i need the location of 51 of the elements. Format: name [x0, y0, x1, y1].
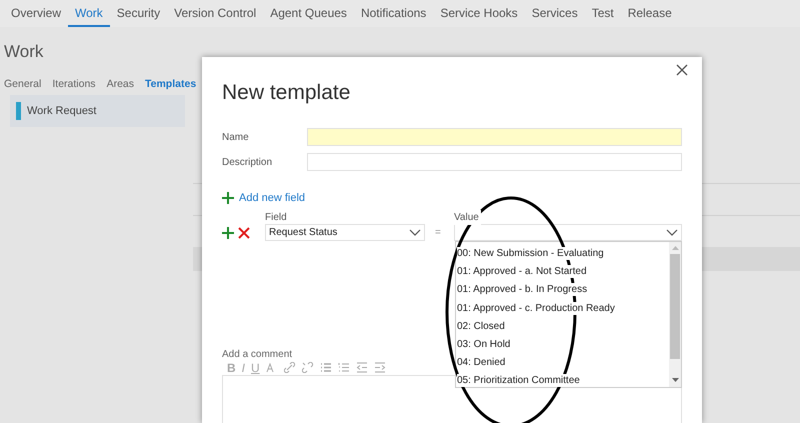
plus-icon[interactable] [222, 226, 234, 238]
nav-tab[interactable]: Security [110, 0, 168, 27]
dropdown-option[interactable]: 05: Prioritization Committee [457, 374, 580, 388]
sub-tab[interactable]: General [4, 77, 42, 93]
sub-tab[interactable]: Areas [106, 77, 134, 93]
unlink-icon[interactable] [302, 362, 314, 373]
dialog-title: New template [222, 80, 352, 103]
dropdown-option[interactable]: 01: Approved - c. Production Ready [457, 302, 615, 315]
operator-text: = [435, 226, 442, 240]
sub-tab[interactable]: Iterations [52, 77, 96, 93]
text-field[interactable] [307, 153, 682, 171]
plus-icon[interactable] [222, 192, 234, 204]
scrollbar-thumb[interactable] [670, 254, 680, 359]
comment-label: Add a comment [222, 348, 292, 361]
nav-tab[interactable]: Test [584, 0, 621, 27]
caret-icon [666, 229, 678, 236]
nav-tab[interactable]: Work [68, 0, 110, 27]
delete-icon[interactable] [238, 226, 250, 238]
sidebar-item[interactable]: Work Request [10, 95, 185, 127]
value-dropdown[interactable] [454, 224, 682, 241]
scroll-down-icon[interactable] [672, 378, 678, 383]
scroll-up-icon[interactable] [672, 246, 678, 251]
close-button[interactable] [676, 64, 688, 76]
nav-tab[interactable]: Agent Queues [263, 0, 354, 27]
bulleted-list-icon[interactable] [320, 362, 332, 373]
outdent-icon[interactable] [356, 362, 368, 373]
page-title: Work [4, 42, 44, 61]
scrollbar[interactable] [669, 242, 681, 387]
nav-tab[interactable]: Service Hooks [433, 0, 525, 27]
column-label: Value [454, 210, 481, 225]
add-field-link[interactable]: Add new field [239, 190, 306, 206]
nav-tab[interactable]: Overview [4, 0, 68, 27]
dropdown-option[interactable]: 01: Approved - a. Not Started [457, 265, 587, 278]
field-label: Description [222, 156, 274, 170]
dropdown-option[interactable]: 04: Denied [457, 356, 506, 370]
field-dropdown[interactable]: Request Status [265, 224, 425, 241]
nav-tab[interactable]: Version Control [167, 0, 264, 27]
link-icon[interactable] [284, 362, 296, 373]
indent-icon[interactable] [374, 362, 386, 373]
field-label: Name [222, 130, 250, 144]
selection-bar-icon [16, 102, 21, 120]
caret-icon [409, 229, 421, 236]
dropdown-option[interactable]: 00: New Submission - Evaluating [457, 247, 604, 260]
column-label: Field [265, 211, 288, 222]
sub-tab[interactable]: Templates [145, 77, 196, 93]
text-field[interactable] [307, 128, 682, 146]
dropdown-option[interactable]: 01: Approved - b. In Progress [457, 283, 588, 296]
numbered-list-icon[interactable] [338, 362, 350, 373]
nav-tab[interactable]: Notifications [354, 0, 434, 27]
nav-tab[interactable]: Release [620, 0, 679, 27]
nav-tab[interactable]: Services [524, 0, 585, 27]
